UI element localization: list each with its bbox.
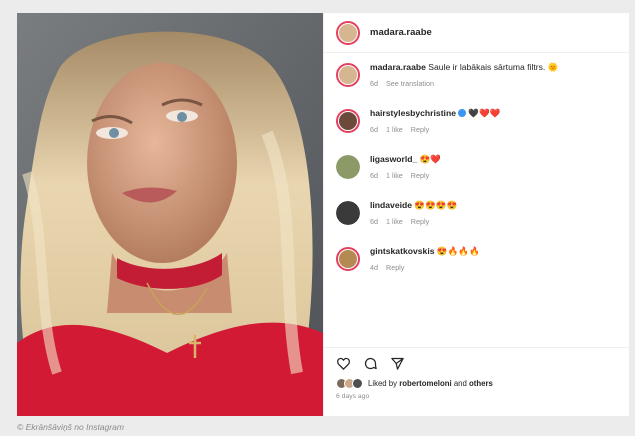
commenter-username[interactable]: hairstylesbychristine: [370, 108, 456, 118]
commenter-avatar[interactable]: [336, 63, 360, 87]
comments-panel: madara.raabe madara.raabe Saule ir labāk…: [323, 13, 629, 416]
comment-item: ligasworld_ 😍❤️ 6d 1 like Reply: [324, 153, 629, 199]
commenter-username[interactable]: gintskatkovskis: [370, 246, 434, 256]
comment-text: lindaveide 😍😍😍😍: [370, 199, 457, 212]
author-avatar[interactable]: [336, 20, 360, 45]
comment-body: 😍😍😍😍: [414, 200, 458, 210]
comment-item: gintskatkovskis 😍🔥🔥🔥 4d Reply: [324, 245, 629, 291]
liked-by-and: and: [453, 379, 467, 388]
comment-body: 😍❤️: [419, 154, 442, 164]
commenter-username[interactable]: lindaveide: [370, 200, 412, 210]
comment-item: madara.raabe Saule ir labākais sārtuma f…: [324, 61, 629, 107]
comment-age: 6d: [370, 171, 378, 180]
post-footer: Liked by robertomeloni and others 6 days…: [324, 347, 629, 400]
likes-summary[interactable]: Liked by robertomeloni and others: [336, 378, 629, 389]
comment-age: 6d: [370, 79, 378, 88]
comment-likes[interactable]: 1 like: [386, 125, 403, 134]
comment-text: gintskatkovskis 😍🔥🔥🔥: [370, 245, 480, 258]
author-username[interactable]: madara.raabe: [370, 27, 432, 38]
liked-by-others[interactable]: others: [469, 379, 493, 388]
comment-item: hairstylesbychristine 🖤❤️❤️ 6d 1 like Repl…: [324, 107, 629, 153]
comment-body: 😍🔥🔥🔥: [436, 246, 480, 256]
image-credit: © Ekrānšāviņš no Instagram: [17, 422, 124, 432]
comment-icon[interactable]: [363, 356, 378, 371]
liked-by-user[interactable]: robertomeloni: [399, 379, 451, 388]
post-header: madara.raabe: [324, 13, 629, 53]
reply-button[interactable]: Reply: [386, 263, 404, 272]
comment-list: madara.raabe Saule ir labākais sārtuma f…: [324, 61, 629, 291]
post-timestamp: 6 days ago: [336, 393, 370, 400]
share-icon[interactable]: [390, 356, 405, 371]
comment-age: 4d: [370, 263, 378, 272]
comment-age: 6d: [370, 217, 378, 226]
reply-button[interactable]: Reply: [411, 171, 429, 180]
comment-age: 6d: [370, 125, 378, 134]
reply-button[interactable]: Reply: [411, 217, 429, 226]
commenter-username[interactable]: madara.raabe: [370, 62, 426, 72]
commenter-avatar[interactable]: [336, 155, 360, 179]
post-photo[interactable]: [17, 13, 323, 416]
see-translation-link[interactable]: See translation: [386, 79, 434, 88]
comment-likes[interactable]: 1 like: [386, 217, 403, 226]
comment-likes[interactable]: 1 like: [386, 171, 403, 180]
reply-button[interactable]: Reply: [411, 125, 429, 134]
comment-text: hairstylesbychristine 🖤❤️❤️: [370, 107, 500, 120]
liker-avatars: [336, 378, 363, 389]
post-card: madara.raabe madara.raabe Saule ir labāk…: [17, 13, 629, 416]
commenter-avatar[interactable]: [336, 201, 360, 225]
action-bar: [336, 351, 629, 375]
commenter-avatar[interactable]: [336, 247, 360, 271]
comment-text: ligasworld_ 😍❤️: [370, 153, 441, 166]
comment-item: lindaveide 😍😍😍😍 6d 1 like Reply: [324, 199, 629, 245]
heart-icon[interactable]: [336, 356, 351, 371]
comment-body: Saule ir labākais sārtuma filtrs. 🌞: [428, 62, 559, 72]
liked-by-prefix: Liked by: [368, 379, 398, 388]
commenter-avatar[interactable]: [336, 109, 360, 133]
verified-icon: [457, 109, 466, 117]
comment-body: 🖤❤️❤️: [468, 108, 501, 118]
comment-text: madara.raabe Saule ir labākais sārtuma f…: [370, 61, 558, 74]
commenter-username[interactable]: ligasworld_: [370, 154, 417, 164]
